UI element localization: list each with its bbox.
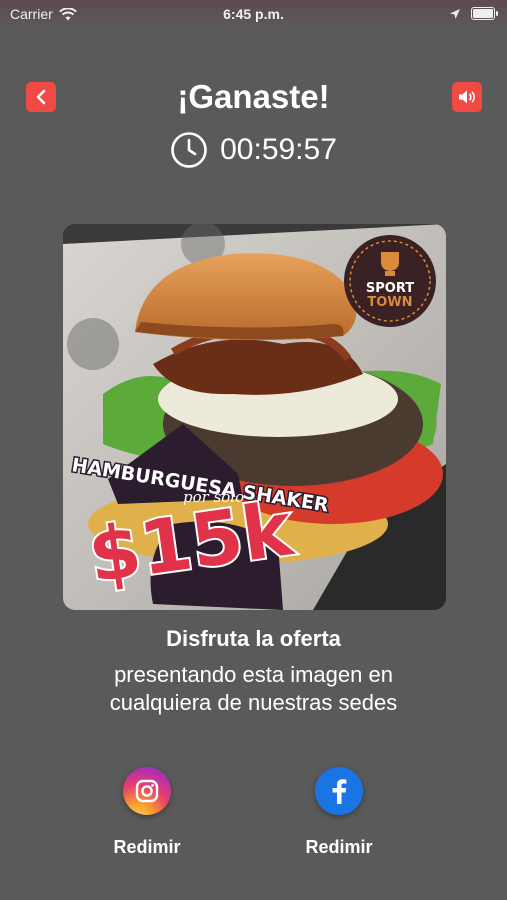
redeem-instagram-label: Redimir [113,837,181,857]
brand-line-2: TOWN [367,295,412,310]
offer-description-line-2: cualquiera de nuestras sedes [109,690,398,715]
clock-icon [171,132,207,168]
sound-button[interactable] [452,82,482,112]
status-indicators [449,7,498,20]
brand-badge: SPORT TOWN [344,235,436,327]
redeem-instagram-button[interactable]: Redimir [77,767,217,858]
redeem-facebook-label: Redimir [305,837,373,857]
countdown-timer: 00:59:57 [0,131,507,169]
promo-image: SPORT TOWN HAMBURGUESA SHAKER por solo $… [63,224,446,610]
burger-illustration: SPORT TOWN HAMBURGUESA SHAKER por solo $… [63,224,446,610]
countdown-value: 00:59:57 [220,133,337,166]
offer-heading: Disfruta la oferta [166,626,341,651]
speaker-icon [459,90,475,104]
clock: 6:45 p.m. [223,6,284,22]
instagram-icon [123,767,171,815]
redeem-facebook-button[interactable]: Redimir [269,767,409,858]
page-title: ¡Ganaste! [177,78,330,115]
brand-line-1: SPORT [366,281,414,296]
offer-description-line-1: presentando esta imagen en [114,662,393,687]
facebook-icon [315,767,363,815]
status-bar: Carrier 6:45 p.m. [0,0,507,30]
location-arrow-icon [450,8,460,19]
battery-icon [471,7,498,20]
